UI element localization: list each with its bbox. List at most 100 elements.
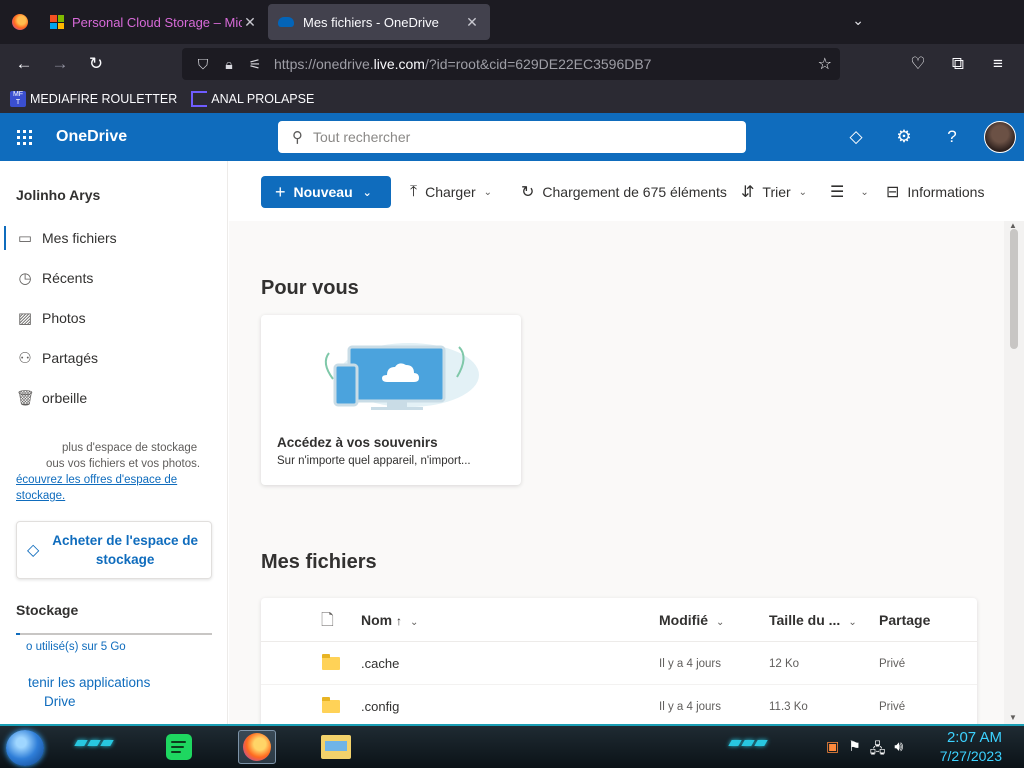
- sidebar-item-photos[interactable]: ▨ Photos: [0, 300, 227, 336]
- column-modified[interactable]: Modifié ⌄: [659, 612, 724, 628]
- premium-diamond-icon[interactable]: ◇: [832, 113, 880, 161]
- sidebar-item-corbeille[interactable]: 🗑︎ orbeille: [0, 380, 227, 416]
- forward-icon[interactable]: →: [42, 48, 78, 80]
- reload-icon[interactable]: ↻: [78, 48, 114, 80]
- close-tab-icon[interactable]: ✕: [242, 14, 258, 31]
- column-sharing[interactable]: Partage: [879, 612, 930, 628]
- bookmark-second[interactable]: ANAL PROLAPSE: [191, 90, 314, 107]
- browser-tab-strip: Personal Cloud Storage – Microsoft ✕ Mes…: [0, 0, 1024, 44]
- command-bar: + Nouveau ⌄ ⤒ Charger ⌄ ↻ Chargement de …: [229, 161, 1024, 221]
- column-name[interactable]: Nom ↑ ⌄: [361, 612, 418, 628]
- file-explorer-app[interactable]: [317, 730, 355, 764]
- action-center-flag-icon[interactable]: ⚑: [848, 738, 861, 762]
- left-navigation: Jolinho Arys ▭ Mes fichiers ◷ Récents ▨ …: [0, 161, 228, 724]
- people-icon: ⚇: [18, 350, 32, 367]
- storage-promo: plus d'espace de stockage ous vos fichie…: [16, 442, 201, 502]
- devices-illustration: [324, 343, 479, 410]
- shield-icon[interactable]: ⛉: [190, 56, 216, 73]
- new-button[interactable]: + Nouveau ⌄: [261, 176, 391, 208]
- menu-hamburger-icon[interactable]: ≡: [980, 48, 1016, 80]
- list-view-icon: ☰: [830, 184, 845, 201]
- table-row[interactable]: .config Il y a 4 jours 11.3 Ko Privé: [261, 685, 977, 724]
- spotify-app[interactable]: [160, 730, 198, 764]
- spotify-icon: [166, 734, 192, 760]
- app-title[interactable]: OneDrive: [56, 128, 127, 146]
- table-row[interactable]: .cache Il y a 4 jours 12 Ko Privé: [261, 642, 977, 685]
- settings-gear-icon[interactable]: ⚙: [880, 113, 928, 161]
- search-placeholder: Tout rechercher: [313, 129, 411, 145]
- bookmark-mediafire[interactable]: MF T MEDIAFIRE ROULETTER: [10, 90, 177, 107]
- sort-icon: ⇵: [741, 184, 755, 201]
- sort-button[interactable]: ⇵ Trier ⌄: [741, 176, 807, 208]
- storage-offers-link[interactable]: écouvrez les offres d'espace de stockage…: [16, 474, 177, 502]
- history-icon: ◷: [18, 270, 32, 287]
- system-tray: ▣ ⚑ 🖧︎ 🔊︎: [826, 738, 903, 762]
- photo-icon: ▨: [17, 310, 33, 327]
- sidebar-item-recents[interactable]: ◷ Récents: [0, 260, 227, 296]
- column-size[interactable]: Taille du ... ⌄: [769, 612, 857, 628]
- trash-icon: 🗑︎: [16, 390, 36, 407]
- user-name: Jolinho Arys: [16, 187, 101, 203]
- pocket-icon[interactable]: ♡: [900, 48, 936, 80]
- list-all-tabs-icon[interactable]: ⌄: [852, 12, 864, 29]
- sidebar-item-partages[interactable]: ⚇ Partagés: [0, 340, 227, 376]
- search-icon: ⚲: [292, 129, 303, 146]
- view-options-button[interactable]: ☰ ⌄: [830, 176, 869, 208]
- network-icon[interactable]: 🖧︎: [870, 738, 886, 762]
- account-avatar[interactable]: [984, 121, 1016, 153]
- bookmarks-toolbar: MF T MEDIAFIRE ROULETTER ANAL PROLAPSE: [0, 84, 1024, 113]
- upload-arrow-icon: ⤒: [410, 183, 418, 200]
- tab-personal-cloud-storage[interactable]: Personal Cloud Storage – Microsoft ✕: [40, 0, 268, 44]
- sync-icon: ↻: [521, 184, 535, 201]
- onedrive-icon: [278, 17, 294, 27]
- tab-mes-fichiers[interactable]: Mes fichiers - OneDrive ✕: [268, 4, 490, 40]
- address-bar[interactable]: ⛉ 🔒︎ ⚟ https://onedrive.live.com/?id=roo…: [182, 48, 840, 80]
- upload-button[interactable]: ⤒ Charger ⌄: [410, 176, 492, 208]
- bookmark-star-icon[interactable]: ☆: [818, 54, 832, 74]
- chevron-down-icon: ⌄: [798, 186, 808, 198]
- info-button[interactable]: ⊟ Informations: [886, 176, 984, 208]
- browser-navigation-bar: ← → ↻ ⛉ 🔒︎ ⚟ https://onedrive.live.com/?…: [0, 44, 1024, 84]
- chevron-down-icon: ⌄: [362, 186, 372, 199]
- chevron-down-icon: ⌄: [483, 186, 493, 198]
- buy-storage-button[interactable]: ◇ Acheter de l'espace de stockage: [16, 521, 212, 579]
- tab-title: Personal Cloud Storage – Microsoft: [72, 14, 242, 30]
- mediafire-icon: MF T: [10, 90, 26, 107]
- card-title: Accédez à vos souvenirs: [277, 435, 438, 450]
- system-clock[interactable]: 2:07 AM 7/27/2023: [940, 728, 1002, 766]
- back-icon[interactable]: ←: [6, 48, 42, 80]
- app-launcher-icon[interactable]: [0, 113, 48, 161]
- url-text[interactable]: https://onedrive.live.com/?id=root&cid=6…: [274, 56, 651, 72]
- close-tab-icon[interactable]: ✕: [464, 14, 480, 31]
- search-box[interactable]: ⚲ Tout rechercher: [278, 121, 746, 153]
- diamond-icon: ◇: [27, 542, 40, 559]
- taskbar-decoration: [728, 740, 768, 750]
- file-explorer-icon: [321, 735, 351, 759]
- get-apps-link[interactable]: tenir les applications Drive: [16, 673, 196, 711]
- folder-icon: [322, 654, 340, 670]
- permissions-icon[interactable]: ⚟: [242, 56, 268, 73]
- notification-icon[interactable]: ▣: [826, 738, 839, 762]
- lock-icon[interactable]: 🔒︎: [216, 56, 242, 73]
- start-button[interactable]: [6, 730, 44, 766]
- scrollbar-thumb[interactable]: [1010, 229, 1018, 349]
- volume-icon[interactable]: 🔊︎: [894, 738, 903, 762]
- memories-card[interactable]: Accédez à vos souvenirs Sur n'importe qu…: [261, 315, 521, 485]
- info-pane-icon: ⊟: [886, 184, 900, 201]
- firefox-app[interactable]: [238, 730, 276, 764]
- help-icon[interactable]: ?: [928, 113, 976, 161]
- scroll-down-icon[interactable]: ▼: [1009, 713, 1017, 722]
- sync-status-button[interactable]: ↻ Chargement de 675 éléments: [521, 176, 727, 208]
- for-you-heading: Pour vous: [261, 277, 359, 299]
- vertical-scrollbar[interactable]: ▲ ▼: [1004, 221, 1024, 724]
- file-type-icon[interactable]: 🗋︎: [321, 609, 334, 636]
- extensions-icon[interactable]: ⧉: [940, 48, 976, 80]
- firefox-menu-icon[interactable]: [0, 0, 40, 44]
- folder-icon: [322, 697, 340, 713]
- microsoft-logo-icon: [50, 15, 64, 29]
- scroll-content: Pour vous Accédez à vos souvenirs Sur n'…: [229, 221, 1004, 724]
- storage-heading: Stockage: [16, 602, 79, 618]
- taskbar: ▣ ⚑ 🖧︎ 🔊︎ 2:07 AM 7/27/2023: [0, 724, 1024, 768]
- storage-usage-text[interactable]: o utilisé(s) sur 5 Go: [16, 641, 126, 653]
- sidebar-item-mes-fichiers[interactable]: ▭ Mes fichiers: [0, 220, 227, 256]
